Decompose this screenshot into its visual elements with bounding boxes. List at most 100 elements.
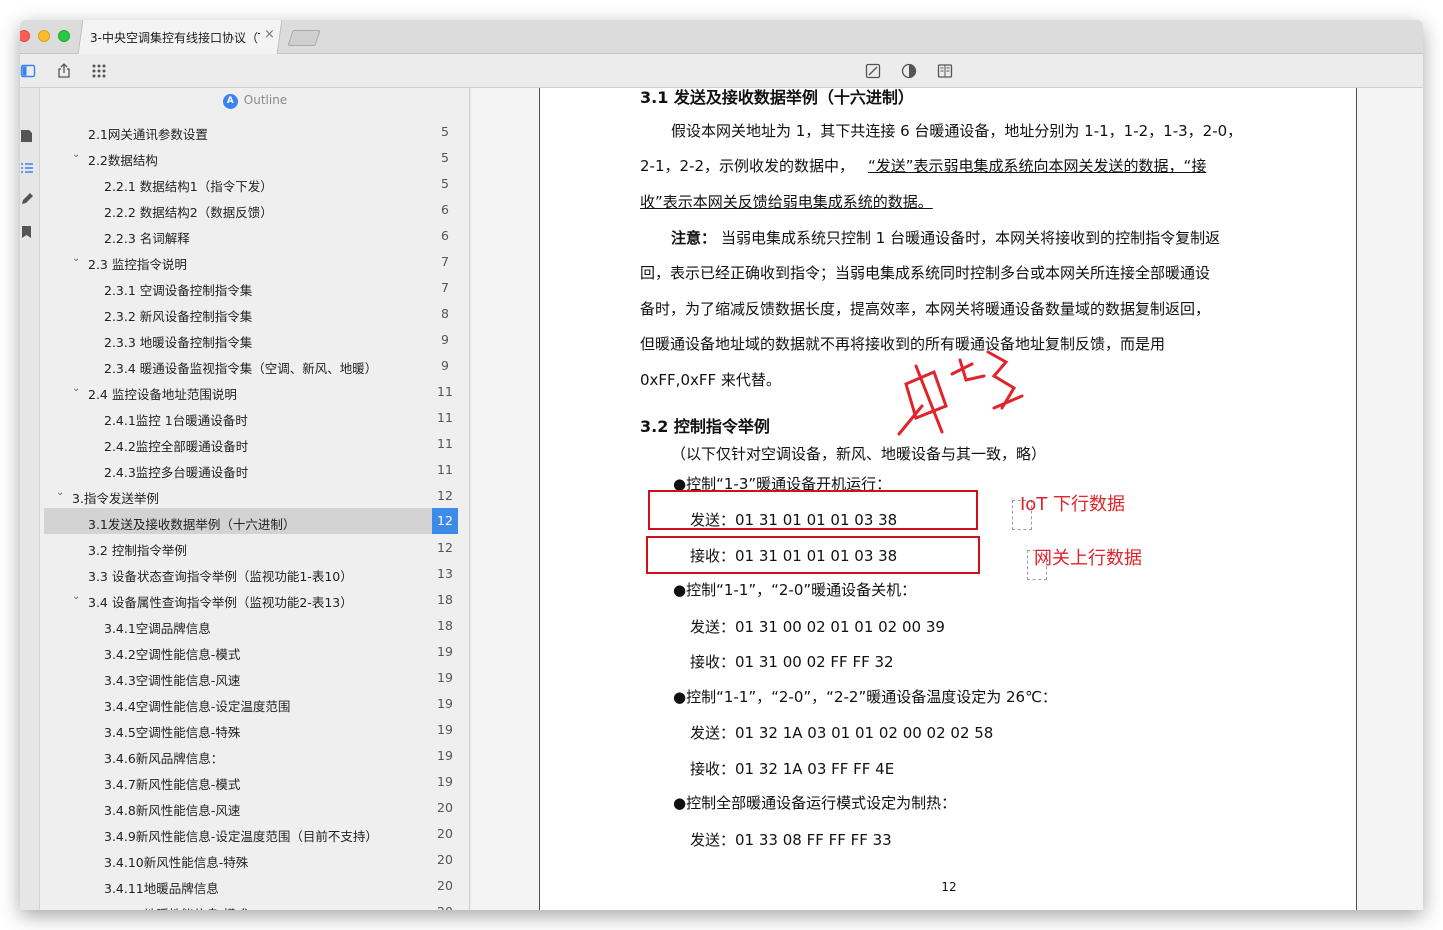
pdf-page: 3.1 发送及接收数据举例（十六进制） 假设本网关地址为 1，其下共连接 6 台… [539, 88, 1357, 910]
outline-item-page: 11 [437, 384, 453, 399]
example2-receive: 接收：01 31 00 02 FF FF 32 [690, 653, 894, 671]
example3-title: ●控制“1-1”，“2-0”，“2-2”暖通设备温度设定为 26℃： [673, 688, 1057, 706]
stamp-drawing[interactable] [894, 346, 1034, 456]
outline-item-row[interactable]: 3.4.12地暖性能信息-模式20 [44, 898, 454, 910]
outline-item-label: 3.4.11地暖品牌信息 [104, 881, 219, 896]
outline-item-page: 9 [441, 358, 449, 373]
example2-title: ●控制“1-1”，“2-0”暖通设备关机： [673, 581, 917, 599]
outline-item-label: 2.4.1监控 1台暖通设备时 [104, 413, 248, 428]
outline-item-row[interactable]: 3.4.6新风品牌信息： 19 [44, 742, 454, 768]
outline-item-label: 3.4.8新风性能信息-风速 [104, 803, 241, 818]
icon-rail [20, 88, 40, 910]
chevron-down-icon[interactable]: ⌄ [72, 149, 82, 160]
outline-section-row[interactable]: ⌄ 2.3 监控指令说明 7 [44, 248, 454, 274]
outline-item-label: 2.2.1 数据结构1（指令下发） [104, 179, 273, 194]
outline-item-row[interactable]: 3.4.8新风性能信息-风速 20 [44, 794, 454, 820]
annotation-iot-downlink[interactable]: IoT 下行数据 [1020, 490, 1125, 516]
outline-item-label: 3.4 设备属性查询指令举例（监视功能2-表13） [88, 595, 353, 610]
outline-item-label: 3.1发送及接收数据举例（十六进制） [88, 517, 296, 532]
outline-item-page: 5 [441, 176, 449, 191]
outline-item-page: 7 [441, 254, 449, 269]
note-label: 注意： [671, 229, 717, 247]
outline-icon[interactable] [20, 160, 34, 174]
new-tab-button[interactable] [287, 30, 321, 46]
theme-icon[interactable] [899, 61, 919, 81]
outline-item-row[interactable]: 2.4.2监控全部暖通设备时 11 [44, 430, 454, 456]
outline-section-row[interactable]: ⌄ 3.指令发送举例 12 [44, 482, 454, 508]
annotations-icon[interactable] [20, 191, 34, 205]
outline-item-label: 2.2数据结构 [88, 153, 158, 168]
grid-icon[interactable] [89, 61, 109, 81]
outline-item-row[interactable]: 2.4.1监控 1台暖通设备时 11 [44, 404, 454, 430]
outline-item-label: 3.指令发送举例 [72, 491, 159, 506]
outline-item-page: 20 [437, 878, 453, 893]
outline-item-label: 2.2.2 数据结构2（数据反馈） [104, 205, 273, 220]
outline-item-row[interactable]: 3.2 控制指令举例 12 [44, 534, 454, 560]
outline-item-row[interactable]: 3.4.10新风性能信息-特殊 20 [44, 846, 454, 872]
outline-item-label: 2.3 监控指令说明 [88, 257, 187, 272]
outline-item-page: 20 [437, 800, 453, 815]
reader-icon[interactable] [935, 61, 955, 81]
outline-item-row[interactable]: 2.2.2 数据结构2（数据反馈） 6 [44, 196, 454, 222]
outline-item-label: 3.4.12地暖性能信息-模式 [104, 904, 248, 910]
outline-item-row[interactable]: 2.3.1 空调设备控制指令集 7 [44, 274, 454, 300]
example3-send: 发送：01 32 1A 03 01 01 02 00 02 02 58 [690, 724, 994, 742]
outline-item-row[interactable]: 3.4.1空调品牌信息 18 [44, 612, 454, 638]
note-line3: 备时，为了缩减反馈数据长度，提高效率，本网关将暖通设备数量域的数据复制返回， [640, 300, 1211, 318]
outline-item-row[interactable]: 3.4.9新风性能信息-设定温度范围（目前不支持） 20 [44, 820, 454, 846]
outline-item-row[interactable]: 2.3.3 地暖设备控制指令集 9 [44, 326, 454, 352]
outline-item-row[interactable]: 2.2.1 数据结构1（指令下发） 5 [44, 170, 454, 196]
minimize-window-button[interactable] [38, 30, 50, 42]
annotation-gateway-uplink[interactable]: 网关上行数据 [1034, 544, 1142, 570]
outline-item-row[interactable]: 3.4.3空调性能信息-风速 19 [44, 664, 454, 690]
outline-item-label: 3.4.1空调品牌信息 [104, 621, 211, 636]
outline-item-row[interactable]: 3.4.7新风性能信息-模式 19 [44, 768, 454, 794]
outline-item-row[interactable]: 3.4.11地暖品牌信息 20 [44, 872, 454, 898]
outline-item-row[interactable]: 3.4.5空调性能信息-特殊 19 [44, 716, 454, 742]
sidebar-toggle-icon[interactable] [20, 61, 38, 81]
chevron-down-icon[interactable]: ⌄ [72, 591, 82, 602]
tab-close-icon[interactable]: × [264, 27, 275, 42]
outline-section-row[interactable]: ⌄ 2.2数据结构 5 [44, 144, 454, 170]
outline-item-page: 12 [432, 508, 458, 534]
outline-item-label: 2.3.4 暖通设备监视指令集（空调、新风、地暖） [104, 361, 378, 376]
outline-item-page: 11 [437, 410, 453, 425]
outline-item-row[interactable]: 2.3.2 新风设备控制指令集 8 [44, 300, 454, 326]
page-number: 12 [941, 880, 957, 894]
thumbnails-icon[interactable] [20, 128, 34, 142]
chevron-down-icon[interactable]: ⌄ [56, 487, 66, 498]
edit-icon[interactable] [863, 61, 883, 81]
bookmarks-icon[interactable] [20, 224, 34, 238]
outline-item-page: 11 [437, 436, 453, 451]
outline-item-page: 5 [441, 124, 449, 139]
note-line2: 回，表示已经正确收到指令；当弱电集成系统同时控制多台或本网关所连接全部暖通设 [640, 264, 1211, 282]
para1-line1: 假设本网关地址为 1，其下共连接 6 台暖通设备，地址分别为 1-1，1-2，1… [671, 122, 1243, 140]
outline-item-label: 3.3 设备状态查询指令举例（监视功能1-表10） [88, 569, 353, 584]
toolbar [20, 54, 1423, 88]
outline-sidebar: A Outline 2.1网关通讯参数设置 5 ⌄ 2.2数据结构 5 2.2.1 数据结构… [40, 88, 470, 910]
outline-item-row[interactable]: 3.3 设备状态查询指令举例（监视功能1-表10） 13 [44, 560, 454, 586]
share-icon[interactable] [54, 61, 74, 81]
outline-section-row[interactable]: ⌄ 3.4 设备属性查询指令举例（监视功能2-表13） 18 [44, 586, 454, 612]
chevron-down-icon[interactable]: ⌄ [72, 253, 82, 264]
outline-section-row[interactable]: ⌄ 2.4 监控设备地址范围说明 11 [44, 378, 454, 404]
outline-item-row[interactable]: 3.4.4空调性能信息-设定温度范围 19 [44, 690, 454, 716]
outline-item-page: 7 [441, 280, 449, 295]
outline-item-label: 2.4.3监控多台暖通设备时 [104, 465, 249, 480]
outline-item-label: 3.4.2空调性能信息-模式 [104, 647, 241, 662]
para1-line2a: 2-1，2-2，示例收发的数据中， [640, 157, 855, 175]
outline-item-row[interactable]: 3.1发送及接收数据举例（十六进制） 12 [44, 508, 458, 534]
outline-item-page: 13 [437, 566, 453, 581]
example4-title: ●控制全部暖通设备运行模式设定为制热： [673, 794, 957, 812]
close-window-button[interactable] [20, 30, 30, 42]
outline-item-label: 2.3.1 空调设备控制指令集 [104, 283, 253, 298]
outline-item-label: 3.4.7新风性能信息-模式 [104, 777, 241, 792]
outline-item-row[interactable]: 2.4.3监控多台暖通设备时 11 [44, 456, 454, 482]
zoom-window-button[interactable] [58, 30, 70, 42]
outline-item-row[interactable]: 2.3.4 暖通设备监视指令集（空调、新风、地暖） 9 [44, 352, 454, 378]
outline-title: Outline [243, 93, 288, 107]
outline-item-row[interactable]: 3.4.2空调性能信息-模式 19 [44, 638, 454, 664]
outline-item-row[interactable]: 2.2.3 名词解释 6 [44, 222, 454, 248]
chevron-down-icon[interactable]: ⌄ [72, 383, 82, 394]
outline-item-row[interactable]: 2.1网关通讯参数设置 5 [44, 118, 454, 144]
